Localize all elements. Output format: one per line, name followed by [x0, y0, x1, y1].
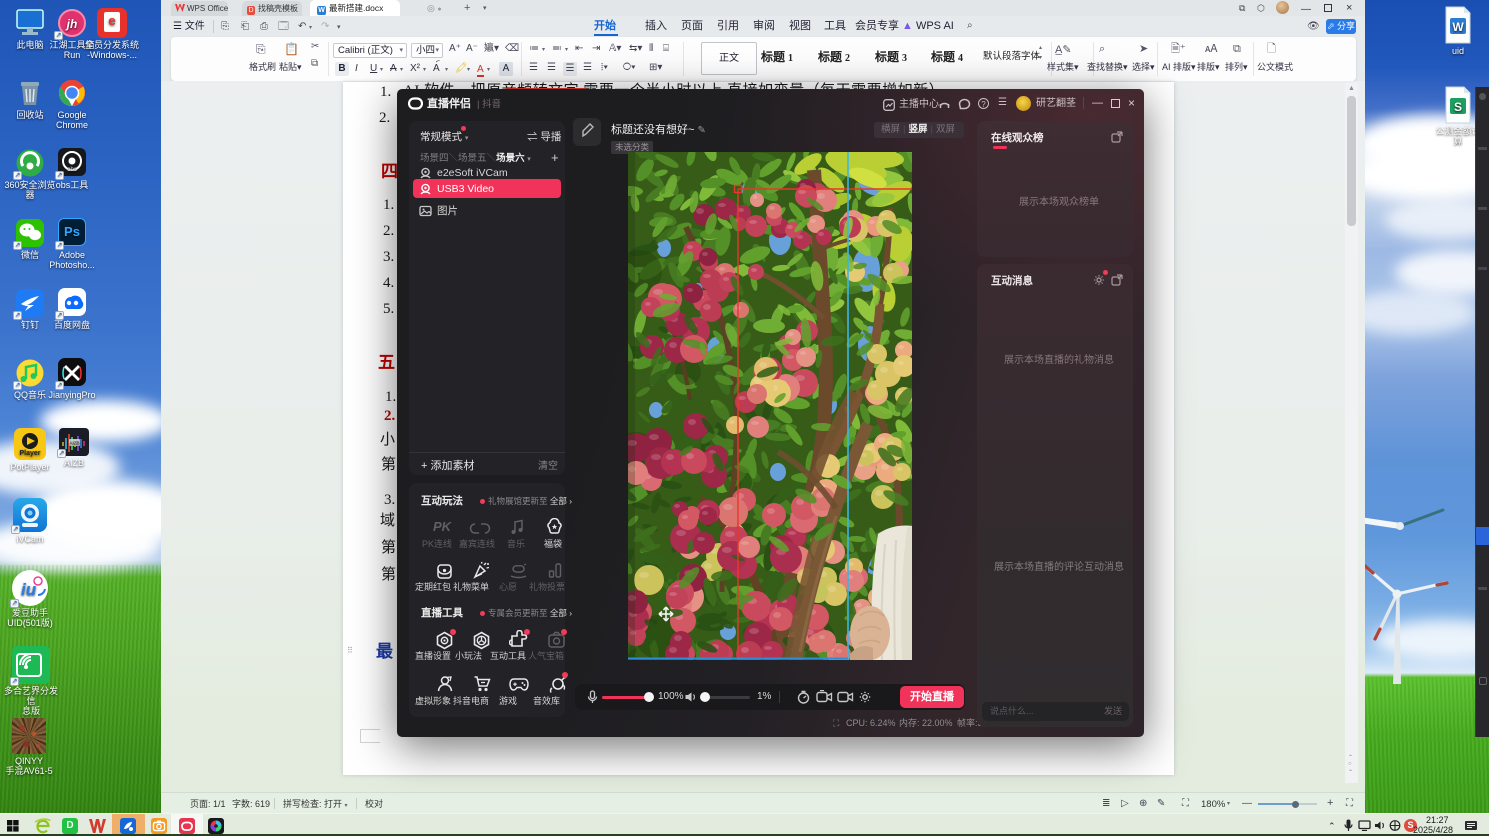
svg-text:jh: jh	[65, 17, 78, 31]
svg-text:S: S	[1454, 100, 1462, 114]
svg-text:AIZB: AIZB	[69, 441, 79, 446]
svg-text:W: W	[1452, 20, 1464, 34]
